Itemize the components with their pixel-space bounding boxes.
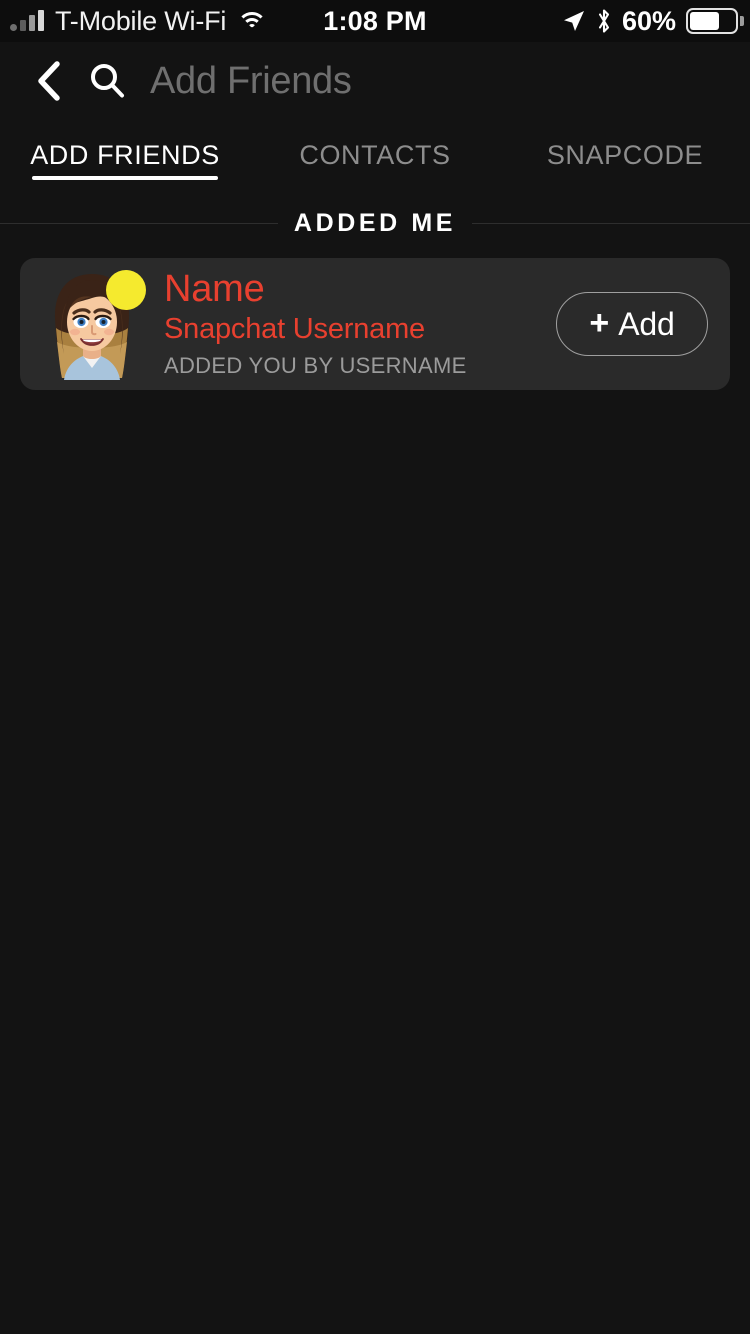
section-header-added-me: ADDED ME [0,200,750,246]
search-input[interactable]: Add Friends [150,60,750,103]
battery-icon [686,8,744,34]
signal-bars-icon [10,10,44,31]
yellow-dot-badge [106,270,146,310]
status-bar-left: T-Mobile Wi-Fi [0,5,268,37]
friend-username: Snapchat Username [164,313,425,346]
tab-bar: ADD FRIENDS CONTACTS SNAPCODE [0,120,750,200]
status-bar: T-Mobile Wi-Fi 1:08 PM 60% [0,0,750,42]
search-placeholder: Add Friends [150,59,352,102]
carrier-label: T-Mobile Wi-Fi [55,5,227,36]
chevron-left-icon[interactable] [34,60,64,102]
divider-right [471,223,750,224]
added-me-list: Name Snapchat Username ADDED YOU BY USER… [0,246,750,390]
tab-add-friends[interactable]: ADD FRIENDS [0,140,250,180]
friend-info: Name Snapchat Username ADDED YOU BY USER… [164,269,556,378]
divider-left [0,223,279,224]
status-bar-right: 60% [562,6,750,37]
wifi-icon [237,10,268,32]
search-header: Add Friends [0,42,750,120]
tab-add-friends-label: ADD FRIENDS [30,140,220,180]
add-button-label: Add [618,305,675,342]
bluetooth-icon [598,9,610,33]
battery-percent-label: 60% [621,5,676,36]
app-screen: T-Mobile Wi-Fi 1:08 PM 60% Add Friends A… [0,0,750,1334]
tab-snapcode-label: SNAPCODE [546,140,704,170]
list-item[interactable]: Name Snapchat Username ADDED YOU BY USER… [20,258,730,390]
avatar[interactable] [40,268,146,380]
search-icon[interactable] [88,62,126,100]
clock-label: 1:08 PM [323,5,427,36]
location-arrow-icon [563,11,584,31]
add-friend-button[interactable]: + Add [556,292,708,356]
section-title: ADDED ME [277,208,473,238]
plus-icon: + [589,304,610,342]
tab-contacts-label: CONTACTS [299,140,451,170]
friend-name: Name [164,268,265,311]
tab-contacts[interactable]: CONTACTS [250,140,500,180]
tab-snapcode[interactable]: SNAPCODE [500,140,750,180]
friend-added-by-label: ADDED YOU BY USERNAME [164,352,467,378]
